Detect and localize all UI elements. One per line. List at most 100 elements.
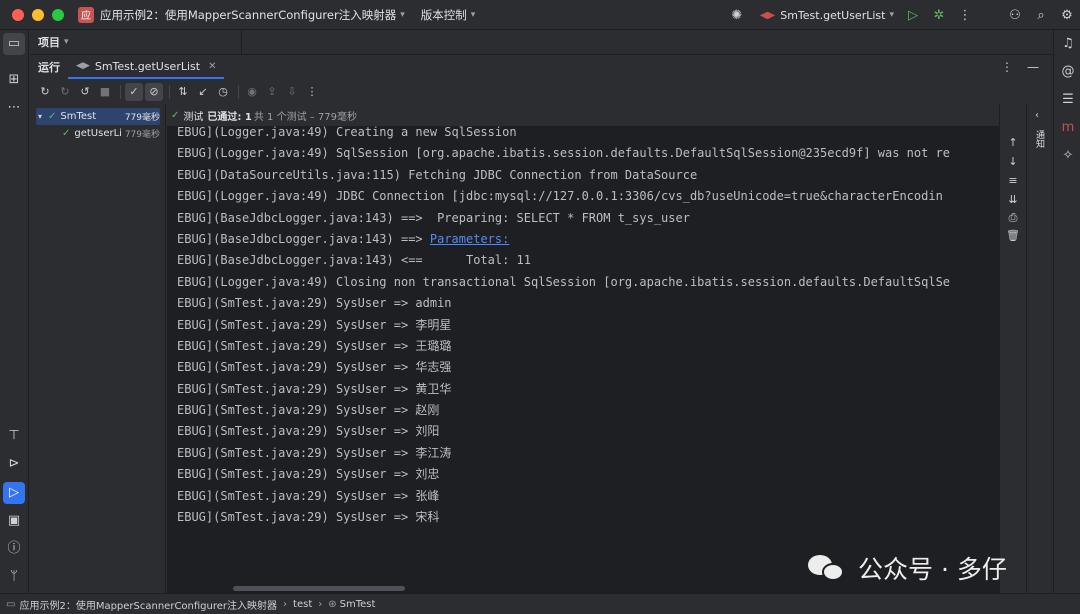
run-configuration-selector[interactable]: ◀▶ SmTest.getUserList ▾ [760,9,894,22]
camera-icon[interactable]: ◉ [243,83,261,101]
zoom-window-button[interactable] [52,8,64,21]
build-hammer-icon[interactable]: ⊤ [3,425,25,447]
breadcrumb-project[interactable]: 应用示例2：使用MapperScannerConfigurer注入映射器 [19,597,277,612]
project-badge[interactable]: 应 [78,6,94,23]
more-vertical-icon[interactable]: ⋮ [952,8,978,23]
test-config-icon: ◀▶ [76,61,90,71]
debug-icon[interactable]: ✲ [926,8,952,23]
check-icon: ✓ [62,128,71,139]
more-vertical-icon[interactable]: ⋮ [303,83,321,101]
print-icon[interactable]: ⎙ [1006,211,1020,225]
tab-run-configuration[interactable]: ◀▶ SmTest.getUserList ✕ [68,55,225,79]
trash-icon[interactable]: 🗑 [1006,229,1020,242]
more-horizontal-icon[interactable]: ⋯ [3,97,25,119]
tree-item-getuserlist[interactable]: ✓ getUserLi 779毫秒 [36,125,160,142]
divider [241,30,242,55]
rerun-failed-icon[interactable]: ↻ [56,83,74,101]
log-line: EBUG](SmTest.java:29) SysUser => 宋科 [177,507,999,528]
project-header: 项目 ▾ [30,30,1053,55]
log-text: EBUG](SmTest.java:29) SysUser => 赵刚 [177,403,440,418]
log-text: EBUG](SmTest.java:29) SysUser => 李明星 [177,317,452,332]
log-text: EBUG](SmTest.java:29) SysUser => 宋科 [177,510,440,525]
run-icon[interactable]: ▷ [900,8,926,23]
notifications-label[interactable]: 通知 [1034,130,1046,148]
vcs-menu[interactable]: 版本控制 [421,7,467,23]
chevron-right-icon: › [318,598,323,610]
soft-wrap-icon[interactable]: ≡ [1006,174,1020,187]
left-tool-bar: ▭ ⊞ ⋯ ⊤ ⊳ ▷ ▣ ⓘ ᛘ [0,30,29,593]
check-icon: ✓ [171,109,180,121]
wechat-logo-icon [806,551,846,585]
breadcrumb-class[interactable]: SmTest [340,599,376,610]
add-user-icon[interactable]: ⚇ [1002,8,1028,23]
tree-item-smtest[interactable]: ▾ ✓ SmTest 779毫秒 [36,108,160,125]
log-line: EBUG](SmTest.java:29) SysUser => 李江涛 [177,443,999,464]
horizontal-scrollbar[interactable] [233,586,405,591]
scroll-up-icon[interactable]: ↑ [1006,136,1020,149]
log-line: EBUG](Logger.java:49) SqlSession [org.ap… [177,143,999,164]
chevron-down-icon[interactable]: ▾ [38,112,48,121]
log-line: EBUG](SmTest.java:29) SysUser => 刘忠 [177,464,999,485]
right-tool-bar: ♫ @ ☰ m ✧ [1053,30,1080,593]
chevron-down-icon: ▾ [470,9,476,20]
structure-icon[interactable]: ⊞ [3,69,25,91]
log-text: EBUG](Logger.java:49) Creating a new Sql… [177,125,517,139]
status-bar-breadcrumb: ▭ 应用示例2：使用MapperScannerConfigurer注入映射器 ›… [0,593,1080,614]
run-header-actions: ⋮ — [1001,60,1039,74]
close-window-button[interactable] [12,8,24,21]
log-text: EBUG](Logger.java:49) Closing non transa… [177,274,951,289]
project-tool-label[interactable]: 项目 [38,34,60,50]
git-branch-icon[interactable]: ᛘ [3,566,25,588]
log-line: EBUG](SmTest.java:29) SysUser => 王璐璐 [177,336,999,357]
tab-label: SmTest.getUserList [94,59,201,73]
project-selector[interactable]: 应用示例2：使用MapperScannerConfigurer注入映射器 [100,7,396,23]
log-text: EBUG](SmTest.java:29) SysUser => 李江涛 [177,445,452,460]
log-text: EBUG](SmTest.java:29) SysUser => admin [177,296,452,311]
test-class-icon: ⊛ [328,598,337,610]
services-icon[interactable]: ⊳ [3,453,25,475]
plugin-icon[interactable]: ✧ [1057,145,1079,167]
show-ignored-icon[interactable]: ⊘ [145,83,163,101]
scroll-down-icon[interactable]: ↓ [1006,155,1020,168]
show-passed-icon[interactable]: ✓ [125,83,143,101]
minimize-window-button[interactable] [32,8,44,21]
rerun-icon[interactable]: ↻ [36,83,54,101]
status-detail: 共 1 个测试 – 779毫秒 [253,111,358,123]
more-vertical-icon[interactable]: ⋮ [1001,60,1013,74]
export-icon[interactable]: ⇪ [263,83,281,101]
problems-icon[interactable]: ⓘ [3,538,25,560]
notifications-bell-icon[interactable]: ♫ [1057,33,1079,55]
maven-icon[interactable]: m [1057,117,1079,139]
log-line: EBUG](BaseJdbcLogger.java:143) ==> Prepa… [177,208,999,229]
log-line: EBUG](DataSourceUtils.java:115) Fetching… [177,165,999,186]
minimize-icon[interactable]: — [1027,60,1039,74]
check-icon: ✓ [48,111,57,122]
console-output[interactable]: EBUG](Logger.java:49) Creating a new Sql… [167,104,999,593]
chevron-left-icon[interactable]: ‹ [1035,110,1039,121]
ai-assistant-icon[interactable]: @ [1057,61,1079,83]
sort-icon[interactable]: ⇅ [174,83,192,101]
database-icon[interactable]: ☰ [1057,89,1079,111]
terminal-icon[interactable]: ▣ [3,510,25,532]
log-line: EBUG](SmTest.java:29) SysUser => 刘阳 [177,421,999,442]
search-icon[interactable]: ⌕ [1028,8,1054,23]
test-history-icon[interactable]: ◷ [214,83,232,101]
chevron-down-icon: ▾ [64,37,69,47]
log-link[interactable]: Parameters: [430,232,509,246]
settings-gear-icon[interactable]: ⚙ [1054,8,1080,23]
collapse-icon[interactable]: ↙ [194,83,212,101]
toggle-auto-test-icon[interactable]: ↺ [76,83,94,101]
debug-bug-icon[interactable]: ✺ [724,8,750,23]
scroll-to-end-icon[interactable]: ⇊ [1006,193,1020,206]
breadcrumb-folder[interactable]: test [293,599,312,610]
watermark-text: 公众号 · 多仔 [858,555,1007,584]
log-text: EBUG](SmTest.java:29) SysUser => 刘忠 [177,467,440,482]
import-icon[interactable]: ⇩ [283,83,301,101]
stop-icon[interactable]: ■ [96,83,114,101]
log-text: EBUG](SmTest.java:29) SysUser => 黄卫华 [177,381,452,396]
project-folder-icon[interactable]: ▭ [3,33,25,55]
close-icon[interactable]: ✕ [208,61,216,72]
tree-item-label: SmTest [60,111,97,122]
run-tool-icon[interactable]: ▷ [3,482,25,504]
status-passed: 已通过: 1 [207,111,252,123]
